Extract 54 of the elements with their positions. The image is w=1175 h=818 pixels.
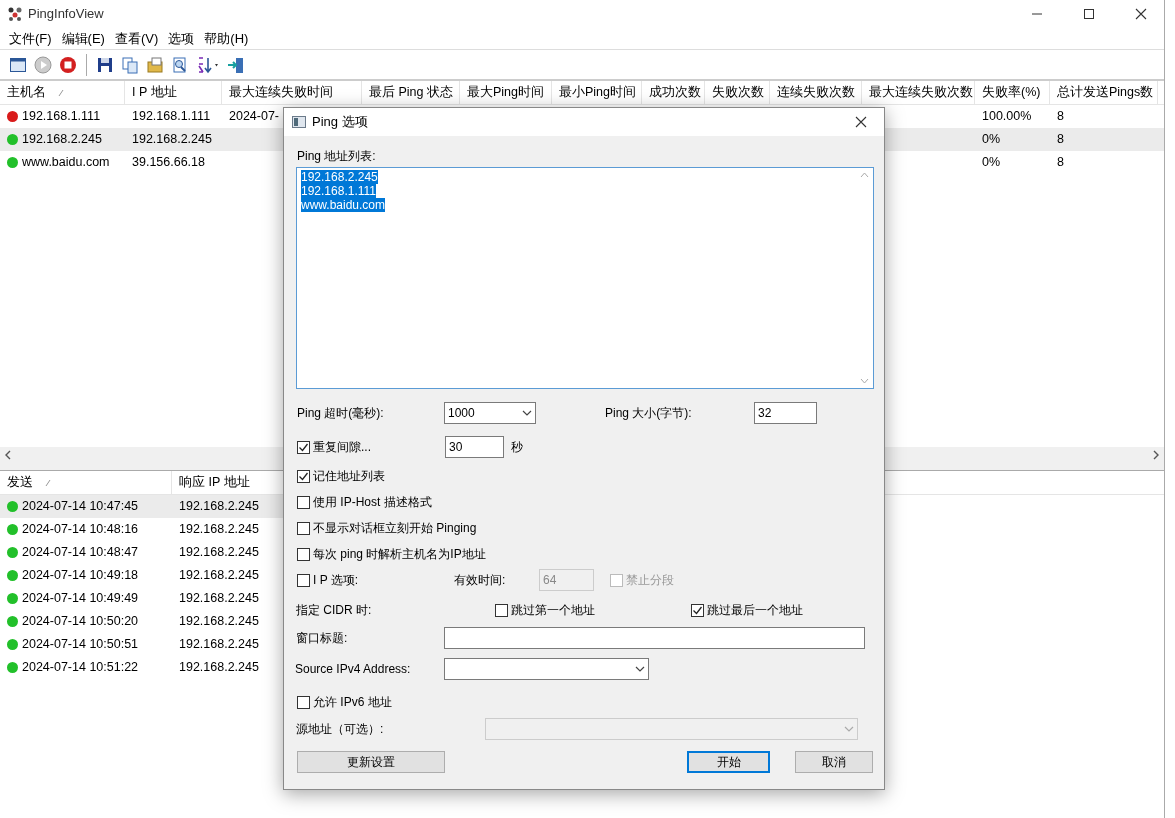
table-cell-text: 192.168.2.245 [179,636,259,654]
field-label: 源地址（可选）: [296,721,384,738]
table-cell-text: 8 [1057,131,1064,149]
table-cell-text: 192.168.2.245 [179,498,259,516]
table-cell-text: 100.00% [982,108,1032,126]
table-cell-text: www.baidu.com [22,154,110,172]
table-cell-text: 0% [982,131,1001,149]
table-cell-text: 192.168.2.245 [179,521,259,539]
checkbox-label: 禁止分段 [626,572,674,589]
table-cell-text: 2024-07-14 10:49:18 [22,567,139,585]
checkbox-label: 不显示对话框立刻开始 Pinging [313,520,477,537]
field-value: 64 [543,572,557,589]
table-cell-text: 39.156.66.18 [132,154,205,172]
checkbox-label: 每次 ping 时解析主机名为IP地址 [313,546,486,563]
checkbox-label: 记住地址列表 [313,468,385,485]
table-cell-text: 2024-07-14 10:48:47 [22,544,139,562]
checkbox-label: 允许 IPv6 地址 [313,694,392,711]
field-label: 有效时间: [454,572,506,589]
dialog-title: Ping 选项 [312,113,368,132]
checkbox-label: 跳过第一个地址 [511,602,595,619]
table-cell-text: 192.168.2.245 [179,544,259,562]
checkbox-label: 重复间隙... [313,439,371,456]
field-value: 1000 [448,405,475,422]
table-cell-text: 192.168.2.245 [179,590,259,608]
field-label: 指定 CIDR 时: [296,602,372,619]
field-label: 窗口标题: [296,630,348,647]
table-cell-text: 192.168.1.111 [22,108,101,126]
table-cell-text: 192.168.2.245 [132,131,212,149]
checkbox-label: I P 选项: [313,572,359,589]
field-value: 30 [449,439,463,456]
table-cell-text: 8 [1057,108,1064,126]
field-label: Source IPv4 Address: [295,661,411,678]
field-label: Ping 大小(字节): [605,405,692,422]
checkbox-label: 跳过最后一个地址 [707,602,803,619]
field-label: Ping 超时(毫秒): [297,405,384,422]
window-title: PingInfoView [28,5,104,24]
table-cell-text: 0% [982,154,1001,172]
table-cell-text: 2024-07-14 10:50:51 [22,636,139,654]
field-label: Ping 地址列表: [297,148,376,165]
table-cell-text: 192.168.2.245 [179,659,259,677]
table-cell-text: 2024-07- [229,108,280,126]
table-cell-text: 192.168.1.111 [132,108,211,126]
checkbox-label: 使用 IP-Host 描述格式 [313,494,432,511]
unit-label: 秒 [511,439,523,456]
table-cell-text: 2024-07-14 10:50:20 [22,613,139,631]
table-cell-text: 192.168.2.245 [179,567,259,585]
table-cell-text: 2024-07-14 10:49:49 [22,590,139,608]
table-cell-text: 192.168.2.245 [179,613,259,631]
table-cell-text: 2024-07-14 10:47:45 [22,498,139,516]
table-cell-text: 2024-07-14 10:51:22 [22,659,139,677]
table-cell-text: 2024-07-14 10:48:16 [22,521,139,539]
table-cell-text: 8 [1057,154,1064,172]
field-value: 32 [758,405,772,422]
table-cell-text: 192.168.2.245 [22,131,102,149]
